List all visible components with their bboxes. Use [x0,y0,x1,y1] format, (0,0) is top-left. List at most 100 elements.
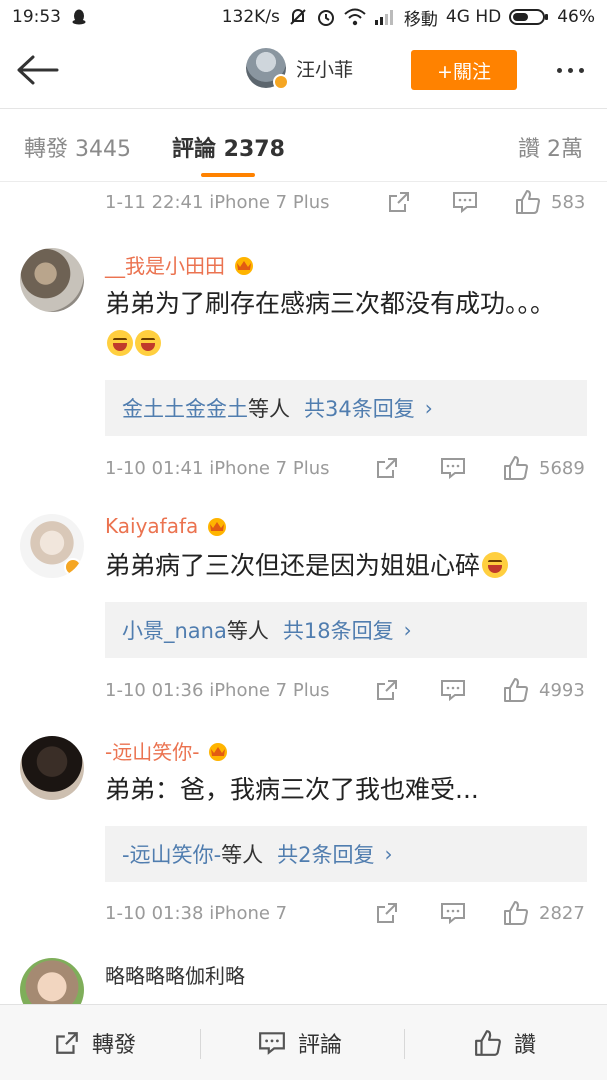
repost-action[interactable] [387,190,411,214]
reply-summary[interactable]: 小景_nana 等人 共18条回复 › [105,602,587,658]
like-action[interactable]: 5689 [503,455,585,481]
back-button[interactable] [14,50,60,90]
battery-percent: 46% [557,7,595,27]
reply-user[interactable]: 金土土金金土 [122,393,248,423]
comment-time: 1-10 01:41 iPhone 7 Plus [105,457,330,479]
carrier: 移動 [403,9,438,30]
comment-button[interactable]: 評論 [258,1027,342,1059]
avatar[interactable] [20,248,84,312]
alarm-icon [316,7,336,27]
comment-time: 1-10 01:36 iPhone 7 Plus [105,679,330,701]
avatar[interactable] [20,958,84,1004]
like-count: 583 [551,191,586,213]
tab-likes[interactable]: 讚 2萬 [518,131,583,163]
reply-summary[interactable]: -远山笑你- 等人 共2条回复 › [105,826,587,882]
repost-button[interactable]: 轉發 [54,1027,136,1059]
share-icon [377,680,397,700]
comment-label: 評論 [298,1033,343,1058]
avatar[interactable] [20,736,84,800]
active-tab-indicator [201,173,255,177]
comment-list[interactable]: 1-11 22:41 iPhone 7 Plus 583 __我是小田田 弟弟为… [0,182,607,1004]
comment-icon [441,458,465,480]
like-action[interactable]: 583 [515,189,585,215]
battery-icon [509,8,549,26]
author-name[interactable]: 汪小菲 [296,55,353,82]
thumbs-up-icon [504,678,528,702]
network-type: 4G HD [445,7,502,27]
divider [404,1029,405,1059]
avatar[interactable] [20,514,84,578]
follow-button[interactable]: +關注 [411,50,517,90]
thumbs-up-icon [504,901,528,925]
commenter-name[interactable]: __我是小田田 [105,250,257,279]
dot-icon [578,67,584,73]
thumbs-up-icon [504,456,528,480]
reply-user[interactable]: 小景_nana [122,615,227,645]
dot-icon [556,67,562,73]
comment-icon [259,1032,285,1055]
more-button[interactable] [548,56,592,84]
like-action[interactable]: 4993 [503,677,585,703]
commenter-name[interactable]: 略略略略伽利略 [105,960,245,989]
repost-action[interactable] [375,456,399,480]
comment-action[interactable] [440,456,466,480]
verified-badge-icon [64,558,82,576]
dot-icon [567,67,573,73]
tab-comments[interactable]: 評論 2378 [172,131,285,163]
like-button[interactable]: 讚 [474,1027,536,1059]
verified-badge-icon [273,74,289,90]
crown-badge-icon [209,742,228,761]
comment-text: 弟弟病了三次但还是因为姐姐心碎 [105,546,595,586]
header: 汪小菲 +關注 [0,34,607,108]
network-speed: 132K/s [221,7,280,27]
comment-meta: 1-10 01:41 iPhone 7 Plus 5689 [105,452,595,484]
comment-action[interactable] [452,190,478,214]
tab-bar: 轉發 3445 評論 2378 讚 2萬 [0,109,607,181]
like-count: 2827 [539,902,585,924]
comment-action[interactable] [440,678,466,702]
repost-action[interactable] [375,901,399,925]
commenter-name[interactable]: Kaiyafafa [105,514,230,538]
comment-icon [441,680,465,702]
chevron-right-icon: › [384,842,393,866]
share-icon [377,903,397,923]
laughing-emoji-icon [107,330,133,356]
mute-icon [288,7,308,27]
repost-action[interactable] [375,678,399,702]
reply-others: 等人 [221,843,264,867]
arrow-left-icon [17,55,59,85]
commenter-name[interactable]: -远山笑你- [105,736,231,765]
status-bar: 19:53 132K/s 移動 4G HD 46% [0,0,607,34]
comment-text: 弟弟：爸，我病三次了我也难受... [105,775,479,804]
comment-icon [441,903,465,925]
share-icon [56,1032,78,1054]
comment-action[interactable] [440,901,466,925]
like-action[interactable]: 2827 [503,900,585,926]
thumbs-up-icon [475,1030,501,1056]
divider [200,1029,201,1059]
comment-text: 弟弟为了刷存在感病三次都没有成功。。。 [105,284,575,364]
share-icon [377,458,397,478]
wifi-icon [344,8,366,26]
chevron-right-icon: › [424,396,433,420]
tab-reposts[interactable]: 轉發 3445 [24,131,131,163]
crown-badge-icon [235,256,253,275]
reply-count[interactable]: 共2条回复 [277,839,374,869]
reply-user[interactable]: -远山笑你- [122,839,221,869]
avatar[interactable] [246,48,289,90]
reply-summary[interactable]: 金土土金金土 等人 共34条回复 › [105,380,587,436]
post-author[interactable]: 汪小菲 [246,48,353,90]
comment-meta: 1-10 01:36 iPhone 7 Plus 4993 [105,674,595,706]
crown-badge-icon [208,518,227,536]
comment-icon [453,192,477,214]
status-time: 19:53 [12,7,61,27]
like-label: 讚 [514,1033,537,1058]
comment-time: 1-10 01:38 iPhone 7 [105,902,288,924]
chevron-right-icon: › [403,618,412,642]
like-count: 4993 [539,679,585,701]
comment-meta: 1-11 22:41 iPhone 7 Plus 583 [105,186,595,218]
reply-count[interactable]: 共18条回复 [283,615,394,645]
thumbs-up-icon [516,190,540,214]
grinning-emoji-icon [482,552,509,578]
reply-count[interactable]: 共34条回复 [304,393,415,423]
